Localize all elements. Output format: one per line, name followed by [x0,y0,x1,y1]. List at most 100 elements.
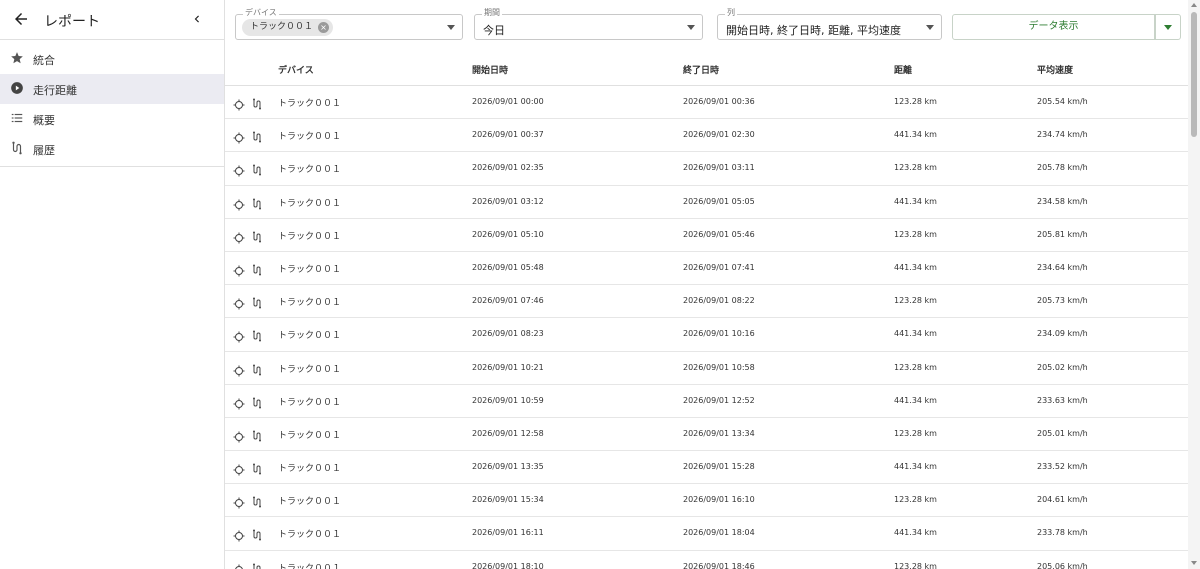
cell-speed: 205.01 km/h [1037,428,1088,438]
cell-end: 2026/09/01 10:58 [683,362,755,372]
cell-device: トラック００１ [278,165,342,176]
scroll-down-arrow-icon[interactable] [1191,561,1197,565]
page-title: レポート [44,14,100,30]
chevron-down-icon [447,25,455,30]
table-row[interactable]: トラック００１ 2026/09/01 05:48 2026/09/01 07:41 4… [225,252,1188,286]
locate-icon[interactable] [233,262,245,277]
table-row[interactable]: トラック００１ 2026/09/01 07:46 2026/09/01 08:22 1… [225,285,1188,319]
table-row[interactable]: トラック００１ 2026/09/01 10:59 2026/09/01 12:52 4… [225,385,1188,418]
cell-distance: 123.28 km [894,97,937,106]
locate-icon[interactable] [233,129,245,144]
main-content: デバイス トラック００１ × 期間 今日 列 開始日時, 終了日時, 距離, 平… [225,0,1188,569]
route-icon[interactable] [251,460,263,475]
period-select[interactable]: 期間 今日 [474,8,703,40]
scrollbar-thumb[interactable] [1191,12,1197,137]
sidebar-item-mileage[interactable]: 走行距離 [0,74,224,104]
cell-device: トラック００１ [278,264,342,275]
cell-start: 2026/09/01 15:34 [472,495,544,505]
route-icon[interactable] [251,327,263,342]
route-icon[interactable] [251,95,263,110]
chip-remove-icon[interactable]: × [318,22,330,33]
route-icon[interactable] [251,261,263,276]
columns-select[interactable]: 列 開始日時, 終了日時, 距離, 平均速度 [717,8,942,40]
device-select-label: デバイス [243,8,279,18]
column-header-distance[interactable]: 距離 [894,63,912,76]
cell-device: トラック００１ [278,497,342,508]
device-select[interactable]: デバイス トラック００１ × [235,8,463,40]
cell-device: トラック００１ [278,132,342,143]
back-arrow-icon[interactable] [12,10,30,28]
sidebar-item-history[interactable]: 履歴 [0,134,224,164]
cell-distance: 123.28 km [894,163,937,173]
locate-icon[interactable] [233,494,245,509]
table-row[interactable]: トラック００１ 2026/09/01 00:37 2026/09/01 02:30 4… [225,119,1188,153]
table-row[interactable]: トラック００１ 2026/09/01 02:35 2026/09/01 03:11 1… [225,152,1188,186]
columns-select-value: 開始日時, 終了日時, 距離, 平均速度 [726,24,901,37]
table-row[interactable]: トラック００１ 2026/09/01 03:12 2026/09/01 05:05 4… [225,186,1188,219]
locate-icon[interactable] [233,96,245,111]
cell-speed: 233.78 km/h [1037,528,1088,538]
route-icon[interactable] [251,128,263,143]
route-icon[interactable] [251,228,263,243]
cell-start: 2026/09/01 16:11 [472,528,544,538]
route-icon[interactable] [251,294,263,309]
route-icon[interactable] [251,394,263,409]
locate-icon[interactable] [233,527,245,542]
locate-icon[interactable] [233,162,245,177]
sidebar-item-combined[interactable]: 統合 [0,44,224,74]
table-row[interactable]: トラック００１ 2026/09/01 12:58 2026/09/01 13:34 1… [225,418,1188,452]
star-icon [11,52,23,64]
table-row[interactable]: トラック００１ 2026/09/01 00:00 2026/09/01 00:36 1… [225,86,1188,120]
show-options-dropdown-button[interactable] [1155,14,1181,40]
route-icon[interactable] [251,161,263,176]
route-icon[interactable] [251,560,263,569]
cell-start: 2026/09/01 03:12 [472,196,544,206]
column-header-start[interactable]: 開始日時 [472,63,508,76]
cell-start: 2026/09/01 08:23 [472,329,544,339]
locate-icon[interactable] [233,362,245,376]
table-row[interactable]: トラック００１ 2026/09/01 05:10 2026/09/01 05:46 1… [225,219,1188,252]
locate-icon[interactable] [233,229,245,244]
sidebar-item-label: 統合 [33,54,55,67]
column-header-speed[interactable]: 平均速度 [1037,63,1073,76]
sidebar-item-label: 履歴 [33,144,55,157]
cell-speed: 205.81 km/h [1037,229,1088,239]
route-icon[interactable] [251,361,263,375]
list-icon [11,113,23,123]
device-chip-label: トラック００１ [250,22,314,32]
locate-icon[interactable] [233,196,245,211]
table-row[interactable]: トラック００１ 2026/09/01 08:23 2026/09/01 10:16 4… [225,318,1188,352]
locate-icon[interactable] [233,328,245,343]
route-icon[interactable] [251,427,263,442]
sidebar-item-summary[interactable]: 概要 [0,104,224,134]
table-row[interactable]: トラック００１ 2026/09/01 15:34 2026/09/01 16:10 1… [225,484,1188,518]
device-chip[interactable]: トラック００１ × [242,19,334,36]
cell-end: 2026/09/01 10:16 [683,329,755,339]
cell-end: 2026/09/01 12:52 [683,395,755,405]
route-icon[interactable] [251,493,263,508]
vertical-scrollbar[interactable] [1188,0,1200,569]
locate-icon[interactable] [233,295,245,310]
scroll-up-arrow-icon[interactable] [1191,3,1197,7]
column-header-device[interactable]: デバイス [278,63,314,76]
table-row[interactable]: トラック００１ 2026/09/01 10:21 2026/09/01 10:58 1… [225,352,1188,385]
locate-icon[interactable] [233,395,245,410]
table-row[interactable]: トラック００１ 2026/09/01 16:11 2026/09/01 18:04 4… [225,517,1188,551]
route-icon[interactable] [251,195,263,210]
cell-device: トラック００１ [278,430,342,441]
table-row[interactable]: トラック００１ 2026/09/01 13:35 2026/09/01 15:28 4… [225,451,1188,485]
table-body: トラック００１ 2026/09/01 00:00 2026/09/01 00:36 1… [225,86,1188,569]
table-row[interactable]: トラック００１ 2026/09/01 18:10 2026/09/01 18:46 1… [225,551,1188,569]
locate-icon[interactable] [233,561,245,569]
cell-device: トラック００１ [278,198,342,209]
chevron-left-icon[interactable] [190,12,204,26]
locate-icon[interactable] [233,461,245,476]
locate-icon[interactable] [233,428,245,443]
columns-select-label: 列 [725,8,737,18]
show-data-button[interactable]: データ表示 [952,14,1155,40]
cell-end: 2026/09/01 08:22 [683,296,755,306]
table-header: デバイス 開始日時 終了日時 距離 平均速度 [225,52,1188,86]
cell-distance: 441.34 km [894,262,937,272]
column-header-end[interactable]: 終了日時 [683,63,719,76]
route-icon[interactable] [251,526,263,541]
